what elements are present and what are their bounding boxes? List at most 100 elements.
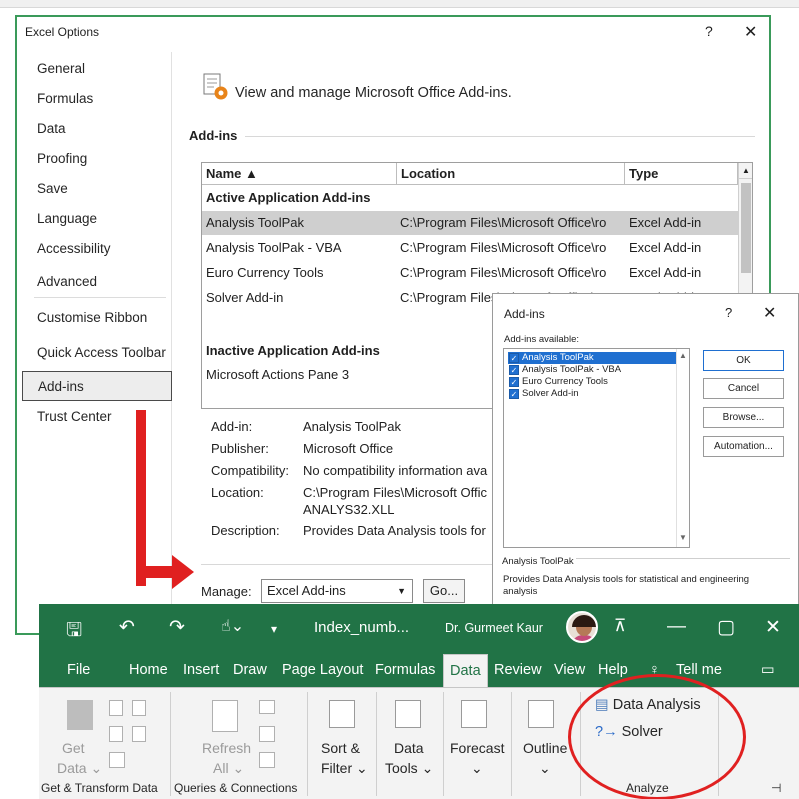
tab-review[interactable]: Review [494, 654, 542, 687]
info-location-file: ANALYS32.XLL [303, 502, 395, 517]
minimize-icon[interactable]: — [667, 616, 686, 638]
avatar[interactable] [566, 611, 598, 643]
column-header-name[interactable]: Name ▲ [202, 163, 397, 185]
info-publisher-value: Microsoft Office [303, 441, 394, 456]
sort-filter-button[interactable]: Sort & [321, 738, 360, 758]
nav-trust-center[interactable]: Trust Center [22, 402, 172, 432]
nav-advanced[interactable]: Advanced [22, 267, 172, 297]
nav-language[interactable]: Language [22, 204, 172, 234]
from-web-icon[interactable] [109, 726, 123, 742]
nav-customise-ribbon[interactable]: Customise Ribbon [22, 303, 172, 333]
cancel-button[interactable]: Cancel [703, 378, 784, 399]
recent-sources-icon[interactable] [132, 700, 146, 716]
pin-ribbon-icon[interactable]: ⊣ [771, 781, 781, 795]
tab-home[interactable]: Home [129, 654, 168, 687]
close-button[interactable]: ✕ [744, 22, 757, 42]
list-item[interactable]: ✓ Euro Currency Tools [508, 376, 676, 388]
list-item[interactable]: ✓ Solver Add-in [508, 388, 676, 400]
list-item[interactable]: ✓ Analysis ToolPak - VBA [508, 364, 676, 376]
manage-select[interactable]: Excel Add-ins ▼ [261, 579, 413, 603]
refresh-all-dropdown[interactable]: All ⌄ [213, 758, 244, 778]
tab-page-layout[interactable]: Page Layout [282, 654, 363, 687]
undo-icon[interactable]: ↶ [119, 616, 135, 639]
comments-icon[interactable]: ▭ [761, 654, 775, 687]
row-name: Microsoft Actions Pane 3 [206, 367, 350, 382]
existing-connections-icon[interactable] [132, 726, 146, 742]
forecast-dropdown[interactable]: ⌄ [471, 758, 483, 778]
header-text: View and manage Microsoft Office Add-ins… [235, 85, 512, 101]
tab-data[interactable]: Data [443, 654, 488, 687]
nav-formulas[interactable]: Formulas [22, 84, 172, 114]
description-text: Provides Data Analysis tools for statist… [503, 574, 750, 597]
checkbox-checked-icon[interactable]: ✓ [509, 353, 519, 363]
nav-data[interactable]: Data [22, 114, 172, 144]
outline-icon [528, 700, 554, 728]
checkbox-checked-icon[interactable]: ✓ [509, 365, 519, 375]
redo-icon[interactable]: ↷ [169, 616, 185, 639]
nav-general[interactable]: General [22, 54, 172, 84]
save-icon[interactable]: 🖫 [66, 616, 82, 648]
from-table-icon[interactable] [109, 752, 125, 768]
table-row[interactable]: Analysis ToolPak - VBA C:\Program Files\… [202, 236, 738, 260]
nav-proofing[interactable]: Proofing [22, 144, 172, 174]
tab-draw[interactable]: Draw [233, 654, 267, 687]
nav-add-ins[interactable]: Add-ins [22, 371, 172, 401]
list-scrollbar[interactable]: ▲ ▼ [676, 349, 689, 547]
manage-select-value: Excel Add-ins [267, 583, 346, 598]
checkbox-checked-icon[interactable]: ✓ [509, 377, 519, 387]
checkbox-checked-icon[interactable]: ✓ [509, 389, 519, 399]
outline-button[interactable]: Outline [523, 738, 567, 758]
table-row[interactable]: Analysis ToolPak C:\Program Files\Micros… [202, 211, 738, 235]
sort-filter-dropdown[interactable]: Filter ⌄ [321, 758, 368, 778]
ribbon-display-icon[interactable]: ⊼ [614, 616, 626, 636]
refresh-all-button[interactable]: Refresh [202, 738, 251, 758]
annotation-arrow-shaft [136, 410, 146, 586]
scroll-up-icon[interactable]: ▲ [679, 351, 687, 360]
tab-formulas[interactable]: Formulas [375, 654, 435, 687]
data-tools-button[interactable]: Data [394, 738, 424, 758]
info-desc-label: Description: [211, 523, 280, 538]
automation-button[interactable]: Automation... [703, 436, 784, 457]
edit-links-icon[interactable] [259, 752, 275, 768]
column-header-location[interactable]: Location [397, 163, 625, 185]
tab-insert[interactable]: Insert [183, 654, 219, 687]
scroll-up-icon[interactable]: ▲ [739, 163, 752, 179]
touch-mode-icon[interactable]: ☝⌄ [221, 616, 244, 636]
ok-button[interactable]: OK [703, 350, 784, 371]
file-name: Index_numb... [314, 619, 410, 636]
close-icon[interactable]: ✕ [765, 616, 781, 639]
manage-label: Manage: [201, 584, 252, 599]
go-button[interactable]: Go... [423, 579, 465, 603]
maximize-icon[interactable]: ▢ [717, 616, 735, 639]
tab-view[interactable]: View [554, 654, 585, 687]
forecast-button[interactable]: Forecast [450, 738, 504, 758]
properties-icon[interactable] [259, 726, 275, 742]
nav-accessibility[interactable]: Accessibility [22, 234, 172, 264]
nav-save[interactable]: Save [22, 174, 172, 204]
scroll-thumb[interactable] [741, 183, 751, 273]
list-item[interactable]: ✓ Analysis ToolPak [508, 352, 676, 364]
group-inactive: Inactive Application Add-ins [206, 343, 380, 358]
table-row[interactable]: Euro Currency Tools C:\Program Files\Mic… [202, 261, 738, 285]
nav-quick-access-toolbar[interactable]: Quick Access Toolbar [22, 338, 172, 368]
user-name[interactable]: Dr. Gurmeet Kaur [445, 621, 543, 635]
get-data-button[interactable]: Get [62, 738, 85, 758]
browse-button[interactable]: Browse... [703, 407, 784, 428]
get-data-icon [67, 700, 93, 730]
data-tools-dropdown[interactable]: Tools ⌄ [385, 758, 433, 778]
close-button[interactable]: ✕ [763, 303, 776, 323]
tab-file[interactable]: File [67, 654, 90, 687]
scroll-down-icon[interactable]: ▼ [679, 533, 687, 542]
column-header-type[interactable]: Type [625, 163, 738, 185]
annotation-arrow-head-icon [172, 555, 194, 589]
customize-toolbar-icon[interactable]: ▾ [271, 622, 277, 636]
help-button[interactable]: ? [725, 305, 732, 320]
help-button[interactable]: ? [705, 23, 713, 39]
info-desc-value: Provides Data Analysis tools for [303, 523, 486, 538]
from-text-icon[interactable] [109, 700, 123, 716]
outline-dropdown[interactable]: ⌄ [539, 758, 551, 778]
queries-connections-icon[interactable] [259, 700, 275, 714]
get-data-button-dropdown[interactable]: Data ⌄ [57, 758, 102, 778]
data-tools-icon [395, 700, 421, 728]
row-name: Analysis ToolPak [206, 215, 305, 230]
